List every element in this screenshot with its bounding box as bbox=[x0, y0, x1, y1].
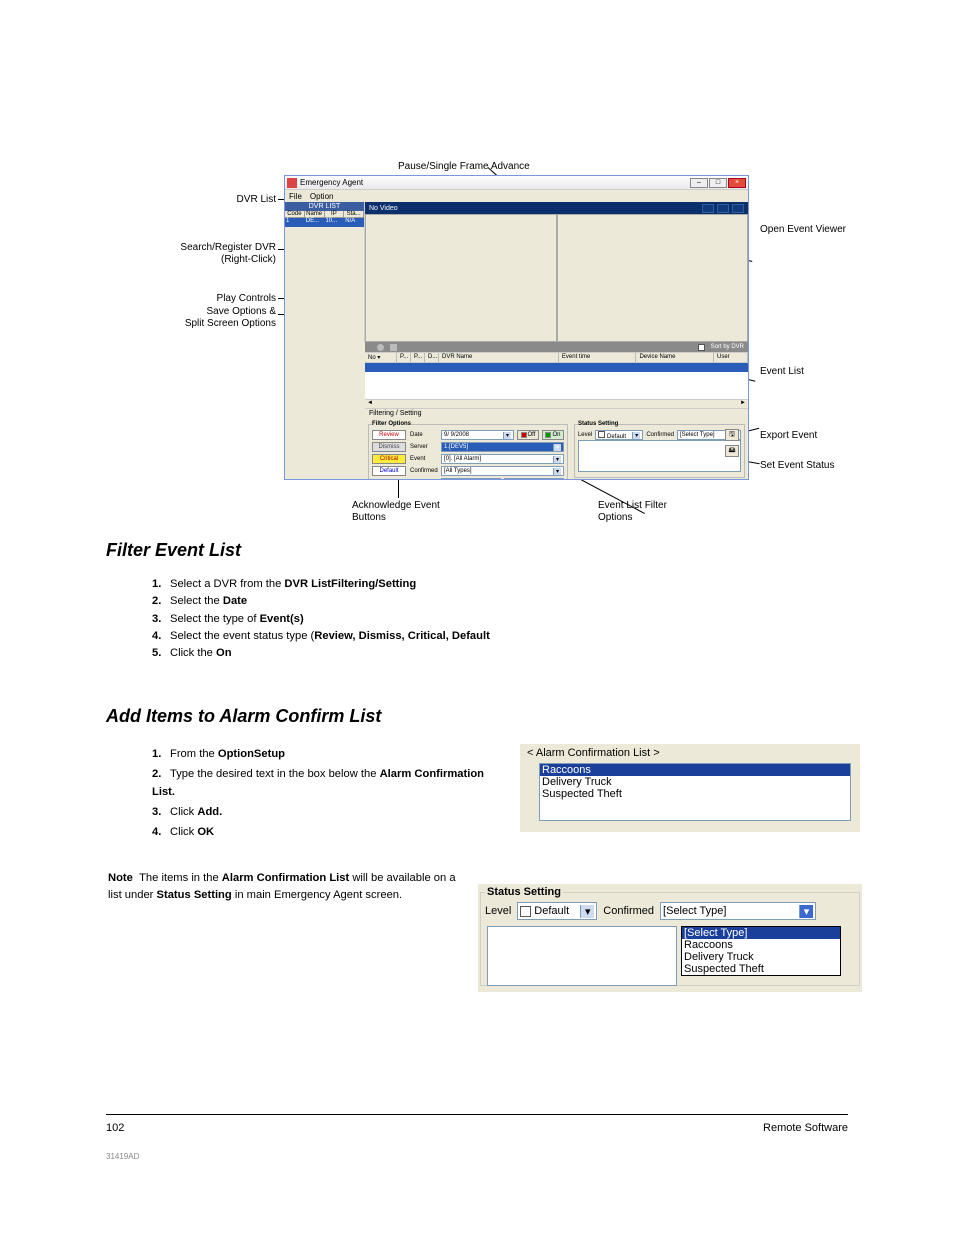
acl-item[interactable]: Delivery Truck bbox=[540, 776, 850, 788]
ann-evt-filter: Event List FilterOptions bbox=[598, 500, 667, 523]
ann-play-controls: Play Controls bbox=[168, 293, 276, 305]
level-dropdown[interactable]: Default▾ bbox=[595, 430, 643, 440]
footer-rule bbox=[106, 1114, 848, 1115]
event-list-bar: Sort by DVR bbox=[365, 342, 748, 352]
acl-listbox[interactable]: Raccoons Delivery Truck Suspected Theft bbox=[539, 763, 851, 821]
status-setting-panel: Status Setting Level Default ▾ Confirmed… bbox=[478, 884, 862, 992]
level-checkbox[interactable] bbox=[520, 906, 531, 917]
filter-off-button[interactable]: Off bbox=[517, 430, 539, 440]
dvr-cols: Code Name IP Sta... bbox=[285, 211, 364, 218]
acl-title: < Alarm Confirmation List > bbox=[521, 745, 859, 761]
no-video-label: No Video bbox=[369, 205, 398, 212]
window-title: Emergency Agent bbox=[300, 178, 690, 187]
filter-tab[interactable]: Filtering / Setting bbox=[365, 408, 748, 418]
section-breadcrumb: Remote Software bbox=[763, 1122, 848, 1134]
chevron-down-icon: ▾ bbox=[580, 905, 594, 918]
event-columns: No ▾ P... P... D... DVR Name Event time … bbox=[365, 352, 748, 363]
event-scrollbar[interactable]: ◄► bbox=[365, 399, 748, 408]
chevron-down-icon: ▾ bbox=[799, 905, 813, 918]
filter-options: Filter Options Review Dismiss Critical D… bbox=[368, 421, 568, 480]
confirmed-dropdown-large[interactable]: [Select Type] ▾ bbox=[660, 902, 816, 920]
event-row-selected[interactable] bbox=[365, 363, 748, 372]
play-button[interactable] bbox=[702, 204, 714, 213]
default-button[interactable]: Default bbox=[372, 466, 406, 476]
ann-search-reg: Search/Register DVR(Right-Click) bbox=[132, 242, 276, 266]
status-setting-mini: Status Setting Level Default▾ Confirmed … bbox=[574, 421, 745, 478]
status-textarea[interactable] bbox=[487, 926, 677, 986]
ann-dvr-list: DVR List bbox=[166, 194, 276, 206]
sort-by-dvr-checkbox[interactable] bbox=[698, 344, 705, 351]
pause-button[interactable] bbox=[717, 204, 729, 213]
maximize-button[interactable]: □ bbox=[709, 178, 727, 188]
doc-id: 31419AD bbox=[106, 1152, 139, 1161]
dvr-list-header: DVR LIST bbox=[285, 202, 364, 211]
split-button[interactable] bbox=[732, 204, 744, 213]
video-pane-left bbox=[365, 214, 557, 342]
ann-save-split: Save Options &Split Screen Options bbox=[142, 306, 276, 329]
date-dropdown[interactable]: 9/ 9/2008▾ bbox=[441, 430, 514, 440]
titlebar: Emergency Agent – □ × bbox=[285, 176, 748, 190]
menubar: File Option bbox=[285, 190, 748, 202]
menu-file[interactable]: File bbox=[289, 192, 302, 201]
server-dropdown[interactable]: 1.[DEV5]▾ bbox=[441, 442, 564, 452]
ann-open-evt: Open Event Viewer bbox=[760, 224, 846, 236]
event-viewer-icon2[interactable] bbox=[390, 344, 397, 351]
event-rows bbox=[365, 363, 748, 399]
dismiss-button[interactable]: Dismiss bbox=[372, 442, 406, 452]
ann-pause: Pause/Single Frame Advance bbox=[398, 161, 530, 173]
alarm-confirm-list: < Alarm Confirmation List > Raccoons Del… bbox=[520, 744, 860, 832]
filter-on-button[interactable]: On bbox=[542, 430, 564, 440]
option-item[interactable]: Raccoons bbox=[682, 939, 840, 951]
acl-item[interactable]: Raccoons bbox=[540, 764, 850, 776]
dvr-row[interactable]: 1 DE... 10... N/A bbox=[285, 218, 364, 227]
option-item[interactable]: [Select Type] bbox=[682, 927, 840, 939]
ann-set-status: Set Event Status bbox=[760, 460, 835, 472]
confirmed-dropdown[interactable]: [All Types]▾ bbox=[441, 466, 564, 476]
video-pane-right bbox=[557, 214, 749, 342]
review-button[interactable]: Review bbox=[372, 430, 406, 440]
ann-export: Export Event bbox=[760, 430, 817, 442]
page-number: 102 bbox=[106, 1122, 124, 1134]
set-status-button[interactable]: 🖴 bbox=[725, 445, 739, 457]
video-toolbar: No Video bbox=[365, 202, 748, 214]
export-event-button[interactable]: 🖫 bbox=[725, 429, 739, 441]
close-button[interactable]: × bbox=[728, 178, 746, 188]
ann-event-list: Event List bbox=[760, 366, 804, 378]
option-item[interactable]: Delivery Truck bbox=[682, 951, 840, 963]
menu-option[interactable]: Option bbox=[310, 192, 334, 201]
minimize-button[interactable]: – bbox=[690, 178, 708, 188]
event-viewer-icon[interactable] bbox=[377, 344, 384, 351]
filter-steps: 1.Select a DVR from the DVR ListFilterin… bbox=[152, 576, 852, 663]
event-dropdown[interactable]: [0]. [All Alarm]▾ bbox=[441, 454, 564, 464]
critical-button[interactable]: Critical bbox=[372, 454, 406, 464]
app-icon bbox=[287, 178, 297, 188]
add-steps: 1.From the OptionSetup 2.Type the desire… bbox=[152, 746, 504, 842]
sort-by-dvr-label: Sort by DVR bbox=[711, 344, 744, 350]
res-dropdown[interactable]: 160 X 128▾ bbox=[504, 478, 564, 480]
confirmed-options-list[interactable]: [Select Type] Raccoons Delivery Truck Su… bbox=[681, 926, 841, 976]
images-dropdown[interactable]: 20▾ bbox=[441, 478, 501, 480]
option-item[interactable]: Suspected Theft bbox=[682, 963, 840, 975]
ann-ack: Acknowledge EventButtons bbox=[352, 500, 440, 523]
level-dropdown-large[interactable]: Default ▾ bbox=[517, 902, 597, 920]
dvr-sidebar: DVR LIST Code Name IP Sta... 1 DE... 10.… bbox=[285, 202, 365, 342]
heading-filter-event-list: Filter Event List bbox=[106, 540, 241, 561]
status-notes[interactable] bbox=[578, 440, 741, 472]
emergency-agent-window: Emergency Agent – □ × File Option DVR LI… bbox=[284, 175, 749, 480]
acl-item[interactable]: Suspected Theft bbox=[540, 788, 850, 800]
note-block: Note The items in the Alarm Confirmation… bbox=[108, 870, 460, 905]
heading-add-items: Add Items to Alarm Confirm List bbox=[106, 706, 381, 727]
